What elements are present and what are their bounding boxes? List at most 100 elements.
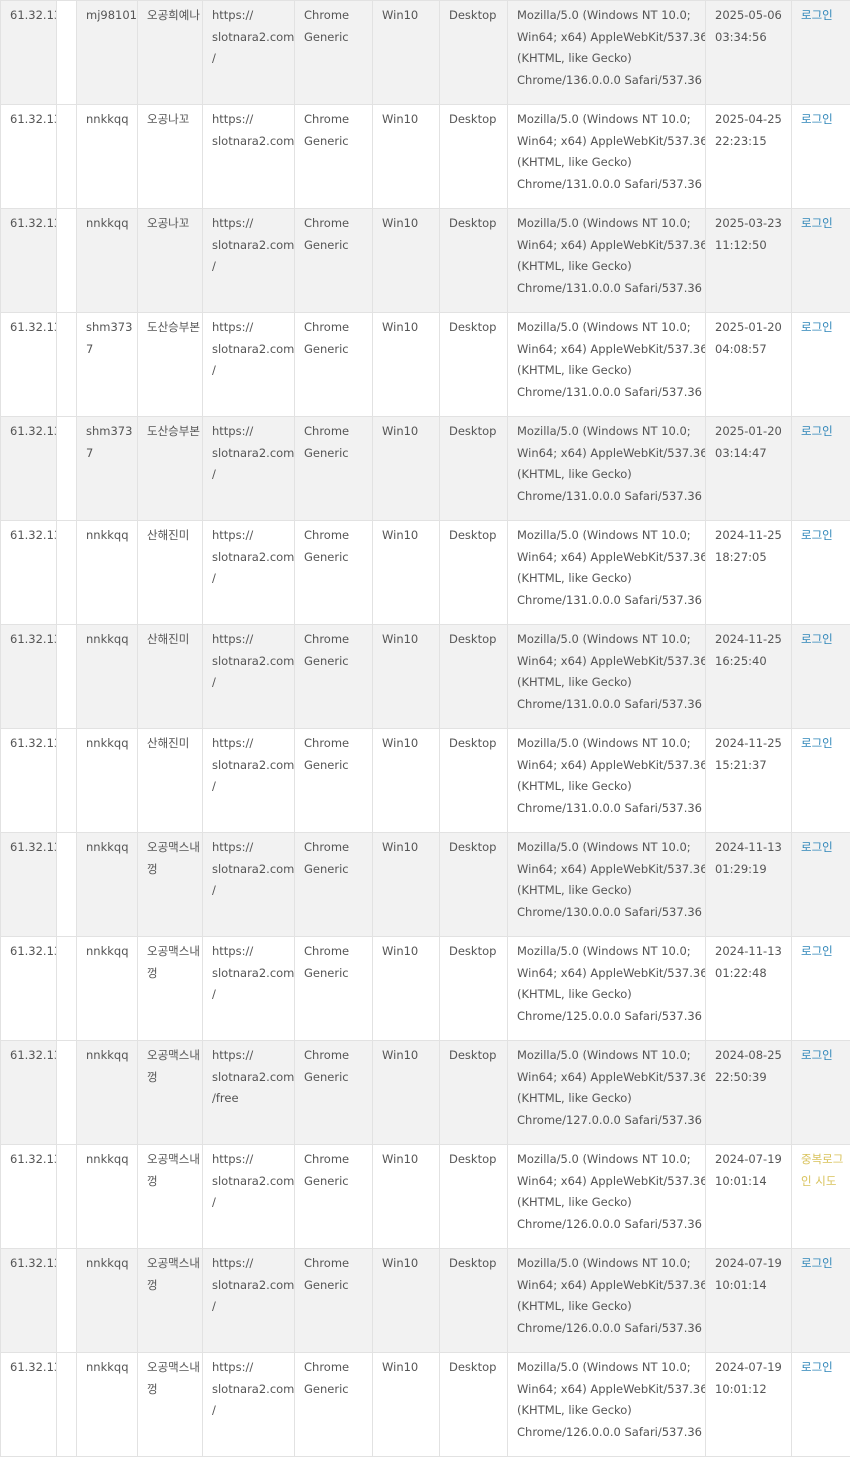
user-agent-line: (KHTML, like Gecko) (517, 776, 705, 798)
browser-line: Chrome (304, 317, 372, 339)
login-date: 2024-11-25 (715, 733, 791, 755)
login-time: 22:23:15 (715, 131, 791, 153)
browser-line: Generic (304, 339, 372, 361)
url-line: / (212, 880, 294, 902)
ip-address: 61.32.139. (10, 8, 57, 22)
ip-cell: 61.32.139. (1, 1, 57, 105)
url-line: slotnara2.com (212, 963, 294, 985)
ip-cell: 61.32.139. (1, 1145, 57, 1249)
login-date: 2024-07-19 (715, 1357, 791, 1379)
ip-cell: 61.32.139. (1, 729, 57, 833)
user-agent-line: Chrome/125.0.0.0 Safari/537.36 (517, 1006, 705, 1028)
url-cell: https://slotnara2.com/ (203, 1145, 295, 1249)
browser-cell: ChromeGeneric (295, 1041, 373, 1145)
status-cell: 로그인 (792, 833, 850, 937)
gap-cell (57, 1, 77, 105)
login-date: 2025-01-20 (715, 421, 791, 443)
url-line: slotnara2.com (212, 443, 294, 465)
browser-cell: ChromeGeneric (295, 1, 373, 105)
nickname-cell: 오공나꼬 (138, 105, 203, 209)
user-agent-line: (KHTML, like Gecko) (517, 152, 705, 174)
table-row: 61.32.139.nnkkqq오공맥스내껑https://slotnara2.… (1, 937, 850, 1041)
browser-cell: ChromeGeneric (295, 729, 373, 833)
user-agent-line: Mozilla/5.0 (Windows NT 10.0; (517, 109, 705, 131)
login-time: 03:14:47 (715, 443, 791, 465)
status-cell: 로그인 (792, 1249, 850, 1353)
table-row: 61.32.139.nnkkqq오공맥스내껑https://slotnara2.… (1, 1145, 850, 1249)
status-login: 로그인 (801, 1256, 833, 1270)
user-id-cell: nnkkqq (77, 1249, 138, 1353)
datetime-cell: 2024-07-1910:01:14 (706, 1249, 792, 1353)
url-line: https:// (212, 213, 294, 235)
user-agent-line: (KHTML, like Gecko) (517, 880, 705, 902)
user-agent-line: Mozilla/5.0 (Windows NT 10.0; (517, 941, 705, 963)
user-agent-line: (KHTML, like Gecko) (517, 1400, 705, 1422)
login-time: 10:01:12 (715, 1379, 791, 1401)
user-agent-cell: Mozilla/5.0 (Windows NT 10.0;Win64; x64)… (508, 105, 706, 209)
table-row: 61.32.139.nnkkqq산해진미https://slotnara2.co… (1, 729, 850, 833)
table-row: 61.32.139.nnkkqq오공나꼬https://slotnara2.co… (1, 105, 850, 209)
os-name: Win10 (382, 736, 418, 750)
browser-line: Chrome (304, 1357, 372, 1379)
nickname: 산해진미 (147, 736, 189, 750)
nickname: 산해진미 (147, 632, 189, 646)
login-time: 11:12:50 (715, 235, 791, 257)
os-name: Win10 (382, 216, 418, 230)
user-id-cell: shm3737 (77, 417, 138, 521)
login-date: 2024-07-19 (715, 1149, 791, 1171)
browser-line: Generic (304, 1379, 372, 1401)
user-agent-line: (KHTML, like Gecko) (517, 672, 705, 694)
status-cell: 로그인 (792, 729, 850, 833)
user-agent-line: (KHTML, like Gecko) (517, 256, 705, 278)
url-line: https:// (212, 525, 294, 547)
url-line: slotnara2.com (212, 339, 294, 361)
browser-line: Chrome (304, 213, 372, 235)
os-name: Win10 (382, 1152, 418, 1166)
status-login: 로그인 (801, 840, 833, 854)
user-agent-line: Mozilla/5.0 (Windows NT 10.0; (517, 629, 705, 651)
gap-cell (57, 625, 77, 729)
ip-address: 61.32.139. (10, 1152, 57, 1166)
user-agent-line: Win64; x64) AppleWebKit/537.36 (517, 235, 705, 257)
user-agent-line: Chrome/130.0.0.0 Safari/537.36 (517, 902, 705, 924)
user-id-cell: nnkkqq (77, 937, 138, 1041)
gap-cell (57, 729, 77, 833)
login-time: 01:22:48 (715, 963, 791, 985)
nickname: 오공맥스내껑 (147, 1360, 200, 1396)
user-agent-line: Chrome/131.0.0.0 Safari/537.36 (517, 486, 705, 508)
os-cell: Win10 (373, 937, 440, 1041)
status-login: 로그인 (801, 8, 833, 22)
datetime-cell: 2025-05-0603:34:56 (706, 1, 792, 105)
user-agent-line: Mozilla/5.0 (Windows NT 10.0; (517, 837, 705, 859)
datetime-cell: 2024-11-2515:21:37 (706, 729, 792, 833)
login-time: 22:50:39 (715, 1067, 791, 1089)
ip-address: 61.32.139. (10, 1360, 57, 1374)
browser-cell: ChromeGeneric (295, 417, 373, 521)
device-cell: Desktop (440, 313, 508, 417)
url-line: slotnara2.com (212, 547, 294, 569)
nickname: 오공맥스내껑 (147, 840, 200, 876)
os-name: Win10 (382, 840, 418, 854)
user-agent-line: Win64; x64) AppleWebKit/537.36 (517, 755, 705, 777)
user-agent-line: Mozilla/5.0 (Windows NT 10.0; (517, 1253, 705, 1275)
user-id-cell: nnkkqq (77, 1145, 138, 1249)
login-time: 18:27:05 (715, 547, 791, 569)
status-login: 로그인 (801, 320, 833, 334)
user-id: nnkkqq (86, 944, 129, 958)
status-cell: 로그인 (792, 105, 850, 209)
browser-line: Generic (304, 1067, 372, 1089)
os-name: Win10 (382, 1360, 418, 1374)
nickname: 도산승부본 (147, 424, 200, 438)
browser-line: Generic (304, 651, 372, 673)
ip-address: 61.32.139. (10, 840, 57, 854)
gap-cell (57, 209, 77, 313)
browser-line: Generic (304, 755, 372, 777)
user-id: nnkkqq (86, 840, 129, 854)
ip-cell: 61.32.139. (1, 417, 57, 521)
url-line: / (212, 776, 294, 798)
device-type: Desktop (449, 424, 496, 438)
device-cell: Desktop (440, 937, 508, 1041)
url-cell: https://slotnara2.com/ (203, 625, 295, 729)
nickname-cell: 도산승부본 (138, 417, 203, 521)
table-row: 61.32.139.nnkkqq오공맥스내껑https://slotnara2.… (1, 833, 850, 937)
